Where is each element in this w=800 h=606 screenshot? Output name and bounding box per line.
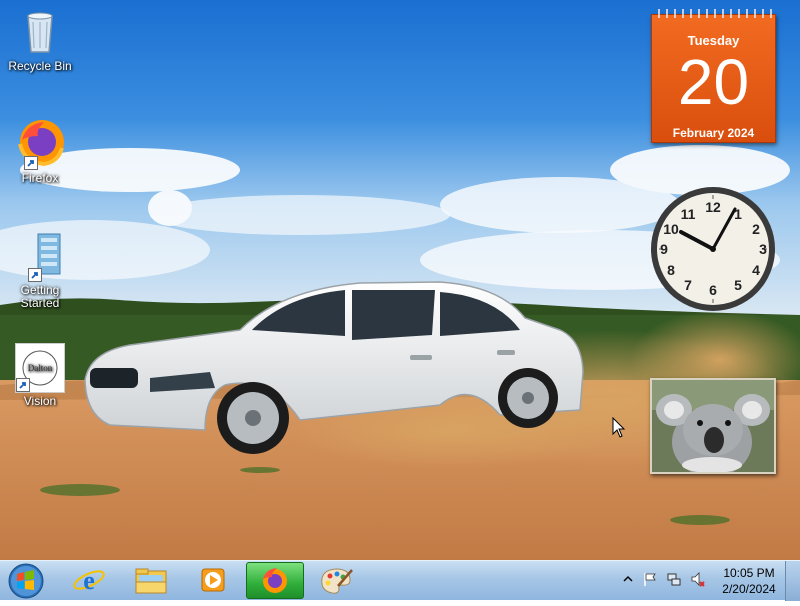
firefox-icon <box>263 568 287 593</box>
taskbar-clock-time[interactable]: 10:05 PM <box>718 566 780 580</box>
vision-label: Vision <box>23 394 57 408</box>
taskbar-button-internet-explorer[interactable]: e <box>62 562 116 599</box>
taskbar-button-firefox[interactable] <box>246 562 304 599</box>
recycle-bin-icon <box>14 6 66 58</box>
clock-number-11: 11 <box>680 206 696 222</box>
show-desktop-button[interactable] <box>785 561 800 601</box>
clock-number-4: 4 <box>752 262 760 278</box>
clock-number-9: 9 <box>660 241 668 257</box>
calendar-gadget[interactable]: Tuesday 20 February 2024 <box>651 6 776 143</box>
desktop-icon-recycle-bin[interactable]: Recycle Bin <box>0 6 80 73</box>
koala-photo <box>652 380 774 472</box>
action-center-flag-icon[interactable] <box>642 571 658 587</box>
taskbar-clock-date[interactable]: 2/20/2024 <box>718 582 780 596</box>
clock-number-12: 12 <box>705 199 721 215</box>
clock-number-7: 7 <box>684 277 692 293</box>
show-hidden-icons-chevron-icon[interactable] <box>620 571 636 587</box>
desktop-icon-firefox[interactable]: Firefox <box>0 118 80 185</box>
mouse-cursor-icon <box>612 417 626 438</box>
calendar-date: 20 <box>677 46 750 118</box>
recycle-bin-label: Recycle Bin <box>8 59 72 73</box>
firefox-label: Firefox <box>21 171 59 185</box>
clock-number-10: 10 <box>663 221 679 237</box>
shortcut-arrow-icon <box>28 268 42 282</box>
calendar-page: Tuesday 20 February 2024 <box>651 14 776 143</box>
firefox-icon <box>14 118 66 170</box>
start-button[interactable] <box>4 561 48 601</box>
clock-number-3: 3 <box>759 241 767 257</box>
calendar-rings <box>658 9 772 18</box>
desktop-icon-getting-started[interactable]: Getting Started <box>0 230 80 310</box>
getting-started-label: Getting Started <box>20 283 60 310</box>
volume-muted-icon[interactable] <box>690 571 706 587</box>
getting-started-icon <box>14 230 66 282</box>
ie-icon: e <box>73 566 105 595</box>
svg-text:e: e <box>83 566 95 595</box>
shortcut-arrow-icon <box>24 156 38 170</box>
svg-text:Dalton: Dalton <box>28 363 53 373</box>
vision-icon: Dalton <box>15 343 65 393</box>
clock-number-1: 1 <box>734 206 742 222</box>
taskbar-button-media-player[interactable] <box>186 562 240 599</box>
taskbar: e 10:05 PM 2/20/2024 <box>0 560 800 601</box>
windows-orb-icon <box>8 563 44 599</box>
clock-number-6: 6 <box>709 282 717 298</box>
clock-number-5: 5 <box>734 277 742 293</box>
clock-number-2: 2 <box>752 221 760 237</box>
media-player-icon <box>201 568 225 592</box>
desktop[interactable]: Recycle Bin Firefox Getting Started Dalt… <box>0 0 800 560</box>
shortcut-arrow-icon <box>16 378 30 392</box>
taskbar-button-windows-explorer[interactable] <box>124 562 178 599</box>
taskbar-button-paint[interactable] <box>308 562 362 599</box>
slideshow-gadget[interactable] <box>650 378 776 474</box>
calendar-month-year: February 2024 <box>672 126 755 140</box>
paint-palette-icon <box>321 568 353 594</box>
folder-icon <box>135 568 167 594</box>
clock-gadget[interactable]: 12 1 2 3 4 5 6 7 8 9 10 11 <box>650 186 776 312</box>
network-icon[interactable] <box>666 571 682 587</box>
clock-number-8: 8 <box>667 262 675 278</box>
desktop-icon-vision[interactable]: Dalton Vision <box>0 343 80 408</box>
